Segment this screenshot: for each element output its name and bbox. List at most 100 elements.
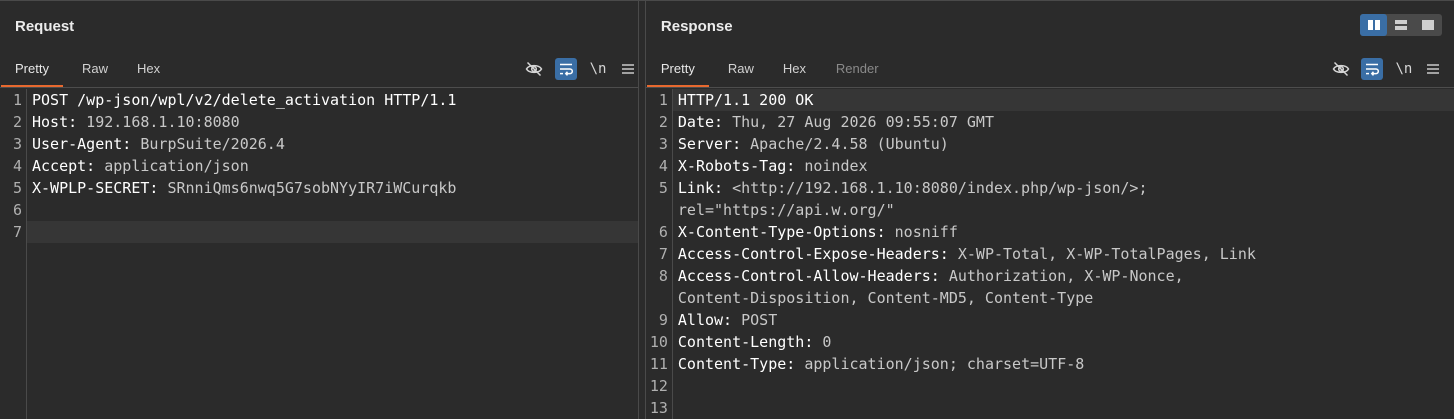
header-value: Content-Disposition, Content-MD5, Conten… (677, 289, 1094, 307)
response-editor[interactable]: 1 HTTP/1.1 200 OK 2 Date: Thu, 27 Aug 2026 … (646, 89, 1454, 419)
code-line: Accept: application/json (32, 155, 638, 177)
header-value: Authorization, X-WP-Nonce, (939, 267, 1184, 285)
line-number: 4 (12, 157, 22, 175)
header-value: 0 (813, 333, 832, 351)
header-value: noindex (795, 157, 868, 175)
tab-pretty[interactable]: Pretty (646, 59, 709, 87)
pane-divider[interactable] (638, 1, 646, 419)
line-number: 11 (649, 355, 668, 373)
header-value: nosniff (885, 223, 958, 241)
message-viewer: Request Pretty Raw Hex \n 1 POST /wp-jso… (0, 0, 1454, 419)
header-value: Apache/2.4.58 (Ubuntu) (741, 135, 949, 153)
layout-side-by-side-icon[interactable] (1360, 14, 1387, 36)
code-line: Allow: POST (678, 309, 1454, 331)
word-wrap-icon[interactable] (1360, 58, 1383, 80)
code-line: Link: <http://192.168.1.10:8080/index.ph… (678, 177, 1454, 199)
line-number: 7 (12, 223, 22, 241)
layout-single-icon[interactable] (1414, 14, 1441, 36)
response-pane: Response Pretty Raw Hex Render \n 1 HTTP… (645, 1, 1454, 419)
header-name: User-Agent: (32, 135, 132, 153)
code-line: X-Robots-Tag: noindex (678, 155, 1454, 177)
code-line: POST /wp-json/wpl/v2/delete_activation H… (32, 89, 638, 111)
header-value: rel="https://api.w.org/" (677, 201, 895, 219)
header-name: X-Content-Type-Options: (677, 223, 886, 241)
line-number: 12 (649, 377, 668, 395)
header-name: Content-Type: (677, 355, 796, 373)
code-line: HTTP/1.1 200 OK (678, 89, 1454, 111)
line-number: 6 (658, 223, 668, 241)
code-line: Server: Apache/2.4.58 (Ubuntu) (678, 133, 1454, 155)
code-line: Content-Type: application/json; charset=… (678, 353, 1454, 375)
line-number: 1 (658, 91, 668, 109)
code-line: Content-Disposition, Content-MD5, Conten… (678, 287, 1454, 309)
line-number: 2 (658, 113, 668, 131)
header-name: X-Robots-Tag: (677, 157, 796, 175)
line-number: 3 (12, 135, 22, 153)
header-value: X-WP-Total, X-WP-TotalPages, Link (948, 245, 1256, 263)
header-value: <http://192.168.1.10:8080/index.php/wp-j… (723, 179, 1148, 197)
newline-toggle-icon[interactable]: \n (587, 58, 609, 80)
response-title: Response (660, 18, 733, 35)
header-name: HTTP/1.1 200 OK (677, 91, 814, 109)
eye-slash-icon[interactable] (523, 58, 545, 80)
code-line: Host: 192.168.1.10:8080 (32, 111, 638, 133)
request-pane: Request Pretty Raw Hex \n 1 POST /wp-jso… (0, 1, 639, 419)
header-value: application/json (95, 157, 249, 175)
line-number: 10 (649, 333, 668, 351)
header-name: Link: (677, 179, 724, 197)
line-number: 9 (658, 311, 668, 329)
header-value: SRnniQms6nwq5G7sobNYyIR7iWCurqkb (158, 179, 457, 197)
header-value: Thu, 27 Aug 2026 09:55:07 GMT (723, 113, 994, 131)
header-name: POST /wp-json/wpl/v2/delete_activation H… (32, 91, 457, 109)
word-wrap-icon[interactable] (555, 58, 577, 80)
code-line: Content-Length: 0 (678, 331, 1454, 353)
line-number: 5 (658, 179, 668, 197)
layout-switch (1360, 14, 1442, 36)
tab-hex[interactable]: Hex (769, 59, 820, 85)
code-line: X-WPLP-SECRET: SRnniQms6nwq5G7sobNYyIR7i… (32, 177, 638, 199)
tab-hex[interactable]: Hex (123, 59, 174, 85)
header-name: Access-Control-Allow-Headers: (677, 267, 940, 285)
header-value: application/json; charset=UTF-8 (795, 355, 1085, 373)
header-name: X-WPLP-SECRET: (32, 179, 159, 197)
hamburger-menu-icon[interactable] (617, 58, 638, 80)
line-number: 6 (12, 201, 22, 219)
header-name: Host: (32, 113, 78, 131)
newline-toggle-icon[interactable]: \n (1393, 58, 1415, 80)
header-value: BurpSuite/2026.4 (131, 135, 285, 153)
code-line: Access-Control-Expose-Headers: X-WP-Tota… (678, 243, 1454, 265)
request-title: Request (15, 18, 75, 35)
header-name: Server: (677, 135, 742, 153)
header-name: Access-Control-Expose-Headers: (677, 245, 949, 263)
line-number: 3 (658, 135, 668, 153)
header-value: POST (732, 311, 778, 329)
request-editor[interactable]: 1 POST /wp-json/wpl/v2/delete_activation … (0, 89, 638, 419)
tab-raw[interactable]: Raw (68, 59, 122, 85)
header-name: Accept: (32, 157, 96, 175)
header-value: 192.168.1.10:8080 (77, 113, 240, 131)
code-line: rel="https://api.w.org/" (678, 199, 1454, 221)
tab-pretty[interactable]: Pretty (1, 59, 63, 87)
line-number: 7 (658, 245, 668, 263)
header-name: Date: (677, 113, 724, 131)
hamburger-menu-icon[interactable] (1422, 58, 1444, 80)
eye-slash-icon[interactable] (1330, 58, 1352, 80)
line-number: 13 (649, 399, 668, 417)
header-name: Allow: (677, 311, 733, 329)
line-number: 1 (12, 91, 22, 109)
header-name: Content-Length: (677, 333, 814, 351)
code-line: Date: Thu, 27 Aug 2026 09:55:07 GMT (678, 111, 1454, 133)
layout-stacked-icon[interactable] (1387, 14, 1414, 36)
tab-render[interactable]: Render (822, 59, 893, 85)
line-number (646, 287, 668, 309)
code-line: X-Content-Type-Options: nosniff (678, 221, 1454, 243)
line-number: 4 (658, 157, 668, 175)
line-number: 5 (12, 179, 22, 197)
code-line: Access-Control-Allow-Headers: Authorizat… (678, 265, 1454, 287)
line-number: 2 (12, 113, 22, 131)
tab-raw[interactable]: Raw (714, 59, 768, 85)
